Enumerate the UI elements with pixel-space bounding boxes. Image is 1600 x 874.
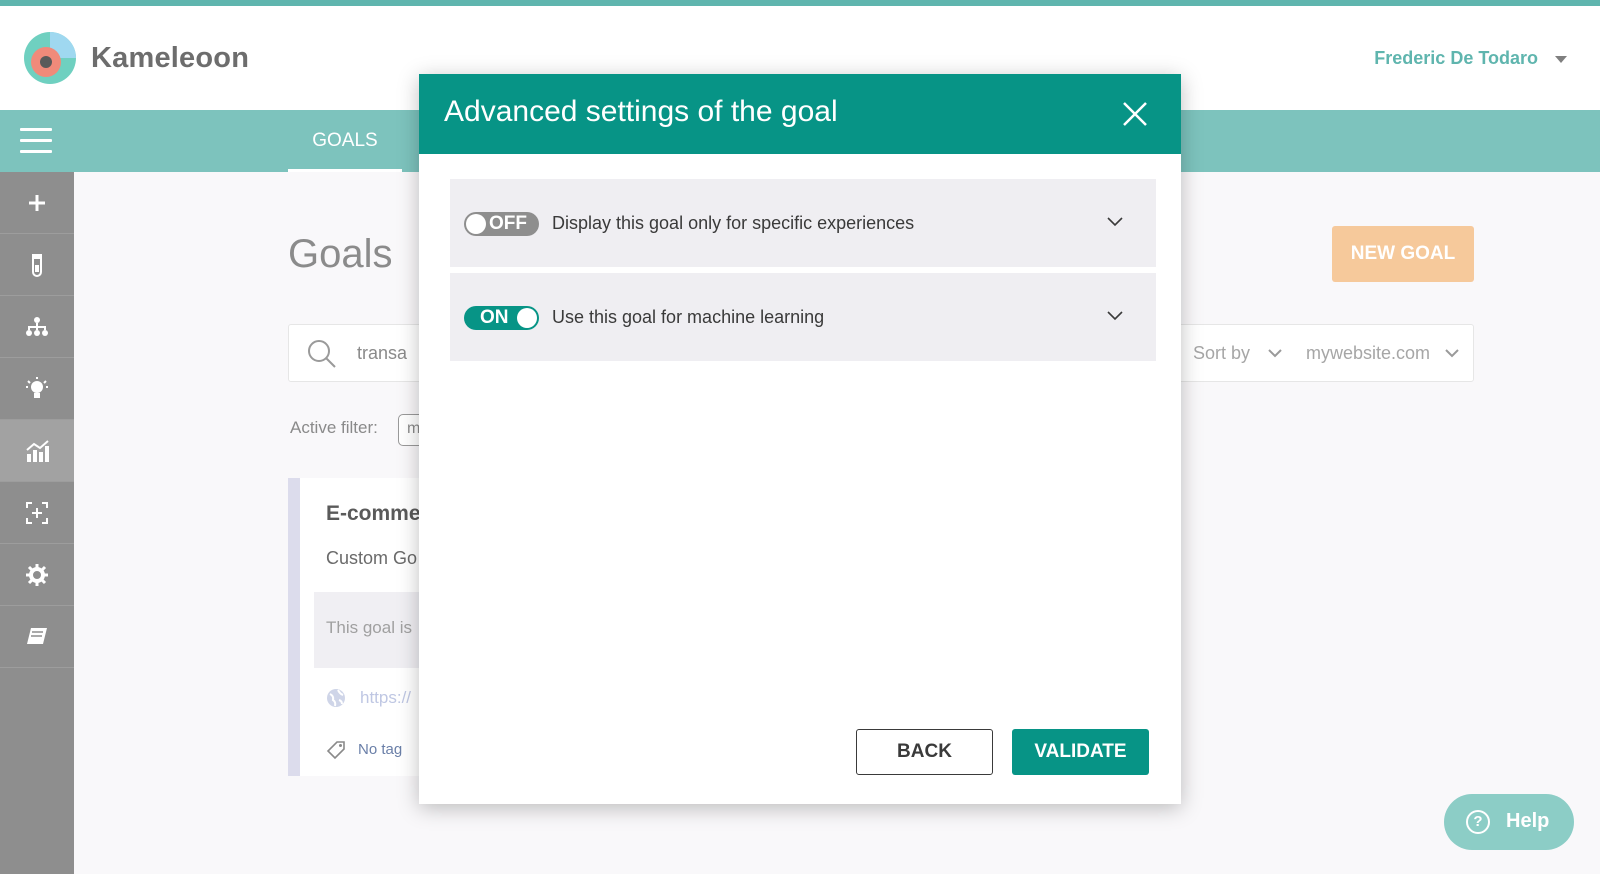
setting-row-specific-experiences[interactable]: OFF Display this goal only for specific … — [450, 179, 1156, 267]
goal-card-title: E-comme — [326, 502, 421, 525]
sidebar-item-add[interactable] — [0, 172, 74, 234]
toggle-state: OFF — [489, 213, 527, 234]
analytics-icon — [26, 439, 49, 462]
sort-by-dropdown[interactable]: Sort by — [1193, 343, 1250, 364]
toggle-state: ON — [480, 307, 509, 328]
specific-experiences-toggle[interactable]: OFF — [464, 212, 539, 236]
sidebar-item-goals[interactable] — [0, 420, 74, 482]
toggle-knob — [466, 214, 486, 234]
validate-button[interactable]: VALIDATE — [1012, 729, 1149, 775]
goal-card-tag[interactable]: No tag — [358, 741, 402, 758]
close-button[interactable] — [1119, 98, 1151, 130]
modal-title: Advanced settings of the goal — [444, 95, 838, 128]
website-dropdown[interactable]: mywebsite.com — [1306, 343, 1430, 364]
focus-add-icon — [26, 501, 48, 524]
chevron-down-icon[interactable] — [1267, 343, 1283, 363]
setting-label: Use this goal for machine learning — [552, 307, 825, 327]
question-icon: ? — [1466, 810, 1490, 834]
chevron-down-icon[interactable] — [1444, 343, 1460, 363]
goal-card-type: Custom Go — [326, 548, 418, 568]
chevron-down-icon[interactable] — [1105, 309, 1125, 323]
modal-header: Advanced settings of the goal — [419, 74, 1181, 154]
close-icon — [1123, 102, 1147, 126]
search-input[interactable]: transa — [357, 343, 407, 364]
user-menu[interactable]: Frederic De Todaro — [1374, 48, 1538, 69]
sidebar-item-widgets[interactable] — [0, 482, 74, 544]
active-filter-label: Active filter: — [290, 418, 378, 437]
book-icon — [27, 627, 47, 644]
advanced-settings-modal: Advanced settings of the goal OFF Displa… — [419, 74, 1181, 804]
sidebar-item-experiments[interactable] — [0, 234, 74, 296]
toggle-knob — [517, 308, 537, 328]
globe-icon — [327, 689, 345, 707]
sidebar-item-settings[interactable] — [0, 544, 74, 606]
plus-icon — [29, 194, 45, 211]
help-button[interactable]: ? Help — [1444, 794, 1574, 850]
back-button[interactable]: BACK — [856, 729, 993, 775]
tab-goals[interactable]: GOALS — [288, 110, 402, 172]
caret-down-icon[interactable] — [1555, 56, 1567, 63]
goal-card-description: This goal is — [326, 618, 412, 637]
hamburger-menu-icon[interactable] — [20, 128, 52, 154]
sidebar-item-segments[interactable] — [0, 296, 74, 358]
search-icon — [308, 340, 336, 368]
sidebar — [0, 172, 74, 874]
help-label: Help — [1506, 810, 1550, 832]
tag-icon — [326, 741, 345, 760]
page-title: Goals — [288, 232, 393, 276]
setting-label: Display this goal only for specific expe… — [552, 213, 915, 233]
sidebar-item-documentation[interactable] — [0, 606, 74, 668]
chevron-down-icon[interactable] — [1105, 215, 1125, 229]
sidebar-item-ideas[interactable] — [0, 358, 74, 420]
brand-name: Kameleoon — [91, 42, 250, 74]
lightbulb-icon — [26, 376, 48, 398]
flask-icon — [32, 253, 42, 277]
machine-learning-toggle[interactable]: ON — [464, 306, 539, 330]
kameleoon-logo — [24, 32, 76, 84]
setting-row-machine-learning[interactable]: ON Use this goal for machine learning — [450, 273, 1156, 361]
goal-card-url[interactable]: https:// — [360, 688, 411, 708]
hierarchy-icon — [26, 316, 48, 336]
gear-icon — [26, 563, 48, 586]
new-goal-button[interactable]: NEW GOAL — [1332, 226, 1474, 282]
